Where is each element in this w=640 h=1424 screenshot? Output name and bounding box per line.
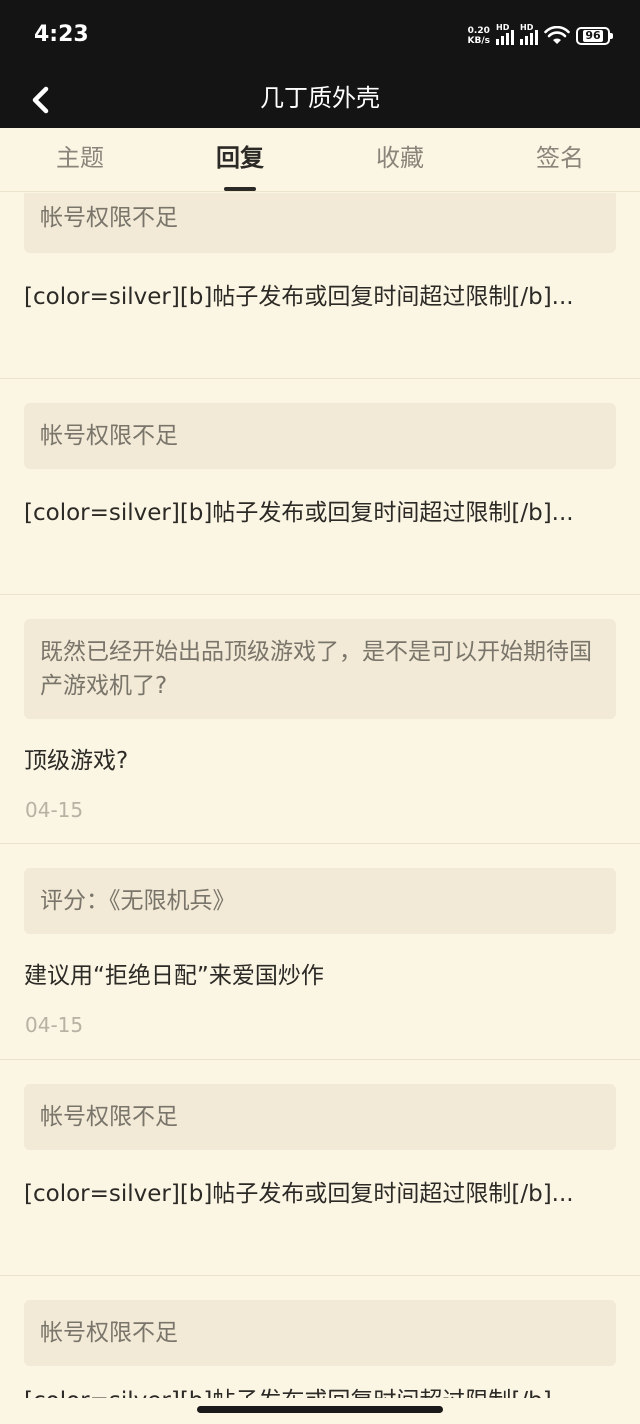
reply-item[interactable]: 评分：《无限机兵》 建议用“拒绝日配”来爱国炒作 04-15 [0, 844, 640, 1060]
reply-text: [color=silver][b]帖子发布或回复时间超过限制[/b]... [24, 500, 574, 526]
tab-bar: 主题 回复 收藏 签名 [0, 128, 640, 192]
tab-active-indicator [224, 187, 256, 191]
gesture-bar [0, 1398, 640, 1424]
tab-topics[interactable]: 主题 [0, 128, 160, 191]
reply-item[interactable]: 既然已经开始出品顶级游戏了，是不是可以开始期待国产游戏机了? 顶级游戏? 04-… [0, 595, 640, 844]
signal-icon: HD [520, 23, 538, 45]
quoted-text: 帐号权限不足 [24, 193, 616, 253]
status-icons: 0.20 KB/s HD HD 96 [467, 23, 613, 48]
network-speed: 0.20 KB/s [467, 26, 490, 46]
reply-item[interactable]: 帐号权限不足 [color=silver][b]帖子发布或回复时间超过限制[/b… [0, 1060, 640, 1276]
status-bar: 4:23 0.20 KB/s HD HD 96 [0, 0, 640, 72]
reply-item[interactable]: 帐号权限不足 [color=silver][b]帖子发布或回复时间超过限制[/b… [0, 1276, 640, 1398]
reply-item[interactable]: 帐号权限不足 [color=silver][b]帖子发布或回复时间超过限制[/b… [0, 379, 640, 595]
reply-item[interactable]: 帐号权限不足 [color=silver][b]帖子发布或回复时间超过限制[/b… [0, 193, 640, 379]
battery-icon: 96 [576, 27, 613, 45]
reply-text: 建议用“拒绝日配”来爱国炒作 [24, 963, 324, 989]
quoted-text: 评分：《无限机兵》 [24, 868, 616, 934]
reply-text: [color=silver][b]帖子发布或回复时间超过限制[/b]... [24, 1384, 616, 1398]
quoted-text: 既然已经开始出品顶级游戏了，是不是可以开始期待国产游戏机了? [24, 619, 616, 719]
reply-text: [color=silver][b]帖子发布或回复时间超过限制[/b]... [24, 1181, 574, 1207]
page-title: 几丁质外壳 [260, 84, 380, 112]
nav-bar: 几丁质外壳 [0, 72, 640, 128]
signal-icon: HD [496, 23, 514, 45]
reply-date: 04-15 [25, 1013, 84, 1037]
wifi-icon [544, 26, 570, 44]
status-time: 4:23 [34, 22, 89, 47]
tab-favorites[interactable]: 收藏 [320, 128, 480, 191]
reply-list[interactable]: 帐号权限不足 [color=silver][b]帖子发布或回复时间超过限制[/b… [0, 193, 640, 1398]
reply-date: 04-15 [25, 798, 84, 822]
quoted-text: 帐号权限不足 [24, 1300, 616, 1366]
quoted-text: 帐号权限不足 [24, 1084, 616, 1150]
reply-text: 顶级游戏? [24, 748, 129, 774]
reply-text: [color=silver][b]帖子发布或回复时间超过限制[/b]... [24, 284, 574, 310]
tab-signature[interactable]: 签名 [480, 128, 640, 191]
tab-replies[interactable]: 回复 [160, 128, 320, 191]
home-indicator[interactable] [197, 1406, 443, 1413]
quoted-text: 帐号权限不足 [24, 403, 616, 469]
